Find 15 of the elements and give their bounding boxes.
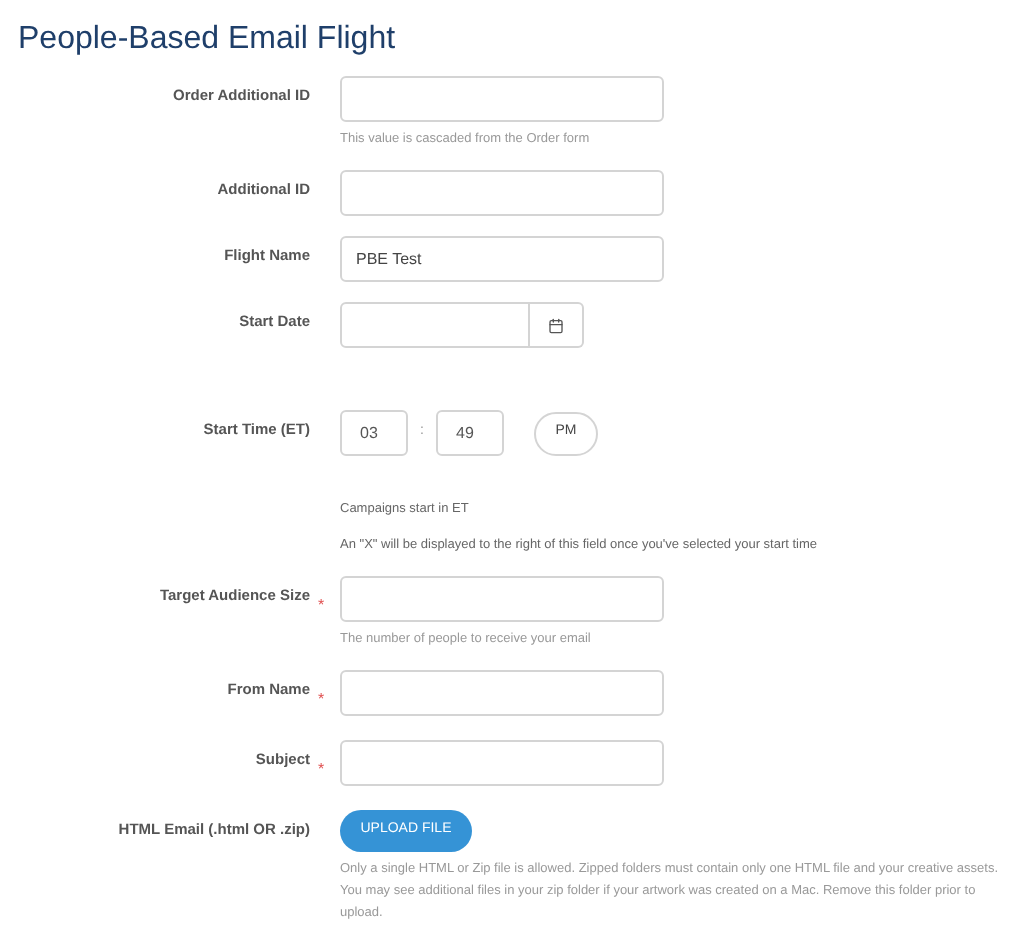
calendar-button[interactable] xyxy=(530,302,584,348)
minute-field[interactable]: 49 xyxy=(436,410,504,456)
text-field[interactable] xyxy=(340,739,664,785)
page-title: People-Based Email Flight xyxy=(16,20,398,60)
text-field[interactable] xyxy=(340,76,664,122)
hour-field[interactable]: 03 xyxy=(340,410,408,456)
required-mark: * xyxy=(318,759,325,777)
text-field[interactable] xyxy=(340,575,664,621)
text-field[interactable] xyxy=(340,170,664,216)
required-mark: * xyxy=(318,595,325,613)
calendar-icon xyxy=(548,317,564,333)
date-field[interactable] xyxy=(340,302,530,348)
text-field[interactable] xyxy=(340,669,664,715)
required-mark: * xyxy=(318,689,325,707)
text-field[interactable]: PBE Test xyxy=(340,236,664,282)
